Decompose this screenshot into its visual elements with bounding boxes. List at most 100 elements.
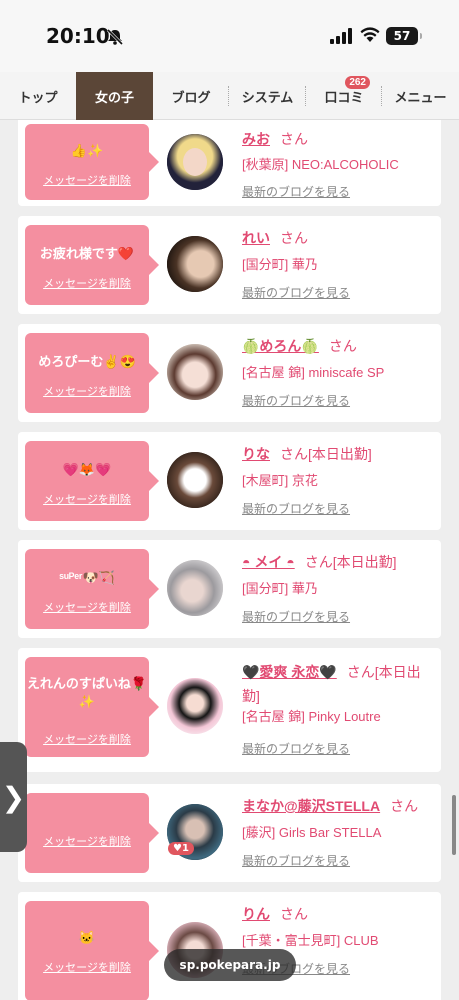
wifi-icon bbox=[360, 27, 380, 42]
girl-name-line: れい さん bbox=[242, 228, 432, 248]
girl-name-line: 🖤愛爽 永恋🖤 さん[本日出勤] bbox=[242, 660, 432, 708]
latest-blog-link[interactable]: 最新のブログを見る bbox=[242, 608, 350, 625]
name-suffix: さん bbox=[280, 230, 308, 246]
shop-name[interactable]: [木屋町] 京花 bbox=[242, 472, 432, 490]
shop-name[interactable]: [名古屋 錦] Pinky Loutre bbox=[242, 708, 432, 726]
girl-name-link[interactable]: ◓ メイ ◓ bbox=[242, 554, 295, 570]
delete-message-link[interactable]: メッセージを削除 bbox=[25, 383, 149, 399]
name-suffix: さん bbox=[390, 798, 419, 814]
name-suffix: さん[本日出勤] bbox=[280, 446, 372, 462]
delete-message-link[interactable]: メッセージを削除 bbox=[25, 599, 149, 615]
name-suffix: さん bbox=[280, 131, 308, 147]
avatar[interactable] bbox=[167, 452, 223, 508]
battery-indicator: 57 bbox=[386, 27, 422, 45]
shop-name[interactable]: [国分町] 華乃 bbox=[242, 580, 432, 598]
delete-message-link[interactable]: メッセージを削除 bbox=[25, 172, 149, 188]
message-bubble: お疲れ様です❤️ メッセージを削除 bbox=[25, 225, 159, 305]
message-bubble: めろぴーむ✌️😍 メッセージを削除 bbox=[25, 333, 159, 413]
url-text: sp.pokepara.jp bbox=[179, 958, 281, 972]
message-text: えれんのすぱいね🌹✨ bbox=[26, 676, 148, 709]
url-bar[interactable]: sp.pokepara.jp bbox=[164, 949, 296, 981]
list-item: ˢᵘᴾᵉʳ🐶🏹 メッセージを削除 ◓ メイ ◓ さん[本日出勤] [国分町] 華乃… bbox=[18, 540, 441, 638]
girl-name-line: まなか@藤沢STELLA さん bbox=[242, 796, 442, 816]
latest-blog-link[interactable]: 最新のブログを見る bbox=[242, 852, 350, 869]
message-text: ˢᵘᴾᵉʳ🐶🏹 bbox=[59, 570, 115, 585]
like-count-badge: ♥1 bbox=[168, 842, 194, 855]
latest-blog-link[interactable]: 最新のブログを見る bbox=[242, 392, 350, 409]
message-bubble: ˢᵘᴾᵉʳ🐶🏹 メッセージを削除 bbox=[25, 549, 159, 629]
girl-name-link[interactable]: りな bbox=[242, 446, 270, 462]
favorite-girls-list: 👍✨ メッセージを削除 みお さん [秋葉原] NEO:ALCOHOLIC 最新の… bbox=[0, 120, 459, 1000]
tab-menu[interactable]: メニュー bbox=[382, 72, 459, 120]
girl-name-line: りん さん bbox=[242, 904, 432, 924]
latest-blog-link[interactable]: 最新のブログを見る bbox=[242, 500, 350, 517]
avatar[interactable] bbox=[167, 236, 223, 292]
girl-name-link[interactable]: 🖤愛爽 永恋🖤 bbox=[242, 664, 337, 680]
list-item: お疲れ様です❤️ メッセージを削除 れい さん [国分町] 華乃 最新のブログを見… bbox=[18, 216, 441, 314]
list-item: 🐱 メッセージを削除 りん さん [千葉・富士見町] CLUB 最新のブログを見る bbox=[18, 892, 441, 1000]
avatar[interactable] bbox=[167, 678, 223, 734]
top-nav: トップ 女の子 ブログ システム 口コミ 262 メニュー bbox=[0, 72, 459, 120]
girl-name-line: りな さん[本日出勤] bbox=[242, 444, 432, 464]
bell-muted-icon bbox=[106, 28, 124, 46]
side-drawer-handle[interactable]: ❯ bbox=[0, 742, 27, 852]
shop-name[interactable]: [千葉・富士見町] CLUB bbox=[242, 932, 432, 950]
avatar[interactable] bbox=[167, 560, 223, 616]
girl-name-link[interactable]: まなか@藤沢STELLA bbox=[242, 798, 380, 814]
cellular-signal-icon bbox=[330, 28, 352, 44]
list-item: えれんのすぱいね🌹✨ メッセージを削除 🖤愛爽 永恋🖤 さん[本日出勤] [名古屋… bbox=[18, 648, 441, 772]
girl-name-link[interactable]: 🍈めろん🍈 bbox=[242, 338, 319, 354]
shop-name[interactable]: [国分町] 華乃 bbox=[242, 256, 432, 274]
tab-reviews[interactable]: 口コミ 262 bbox=[306, 72, 382, 120]
girl-name-link[interactable]: れい bbox=[242, 230, 270, 246]
like-count: 1 bbox=[181, 843, 189, 854]
tab-label: メニュー bbox=[394, 89, 447, 105]
shop-name[interactable]: [名古屋 錦] miniscafe SP bbox=[242, 364, 432, 382]
delete-message-link[interactable]: メッセージを削除 bbox=[25, 491, 149, 507]
status-bar: 20:10 57 bbox=[0, 0, 459, 72]
message-text: 👍✨ bbox=[70, 143, 104, 158]
avatar[interactable] bbox=[167, 344, 223, 400]
list-item: めろぴーむ✌️😍 メッセージを削除 🍈めろん🍈 さん [名古屋 錦] minisc… bbox=[18, 324, 441, 422]
tab-girls[interactable]: 女の子 bbox=[76, 72, 153, 120]
shop-name[interactable]: [藤沢] Girls Bar STELLA bbox=[242, 824, 432, 842]
tab-label: トップ bbox=[18, 89, 58, 105]
girl-name-link[interactable]: りん bbox=[242, 906, 270, 922]
delete-message-link[interactable]: メッセージを削除 bbox=[25, 275, 149, 291]
tab-label: 女の子 bbox=[94, 89, 134, 105]
message-bubble: 🐱 メッセージを削除 bbox=[25, 901, 159, 1000]
delete-message-link[interactable]: メッセージを削除 bbox=[25, 833, 149, 849]
girl-name-line: ◓ メイ ◓ さん[本日出勤] bbox=[242, 552, 432, 572]
avatar[interactable] bbox=[167, 134, 223, 190]
scrollbar[interactable] bbox=[452, 795, 456, 855]
list-item: 👍✨ メッセージを削除 みお さん [秋葉原] NEO:ALCOHOLIC 最新の… bbox=[18, 120, 441, 206]
latest-blog-link[interactable]: 最新のブログを見る bbox=[242, 740, 350, 757]
name-suffix: さん bbox=[280, 906, 308, 922]
latest-blog-link[interactable]: 最新のブログを見る bbox=[242, 284, 350, 301]
girl-name-link[interactable]: みお bbox=[242, 131, 270, 147]
message-bubble: 💗🦊💗 メッセージを削除 bbox=[25, 441, 159, 521]
reviews-count-badge: 262 bbox=[345, 76, 370, 89]
name-suffix: さん[本日出勤] bbox=[304, 554, 397, 570]
delete-message-link[interactable]: メッセージを削除 bbox=[25, 959, 149, 975]
message-text: 💗🦊💗 bbox=[62, 462, 112, 477]
message-text: お疲れ様です❤️ bbox=[39, 246, 135, 261]
message-text: めろぴーむ✌️😍 bbox=[38, 354, 136, 369]
tab-label: システム bbox=[241, 89, 294, 105]
message-bubble: メッセージを削除 bbox=[25, 793, 159, 873]
girl-name-line: 🍈めろん🍈 さん bbox=[242, 336, 432, 356]
girl-name-line: みお さん bbox=[242, 129, 432, 149]
chevron-right-icon: ❯ bbox=[1, 780, 26, 814]
latest-blog-link[interactable]: 最新のブログを見る bbox=[242, 183, 350, 200]
tab-label: 口コミ bbox=[324, 89, 364, 105]
delete-message-link[interactable]: メッセージを削除 bbox=[25, 731, 149, 747]
name-suffix: さん bbox=[328, 338, 357, 354]
tab-top[interactable]: トップ bbox=[0, 72, 76, 120]
shop-name[interactable]: [秋葉原] NEO:ALCOHOLIC bbox=[242, 156, 432, 174]
tab-system[interactable]: システム bbox=[229, 72, 306, 120]
tab-blog[interactable]: ブログ bbox=[153, 72, 229, 120]
list-item: 💗🦊💗 メッセージを削除 りな さん[本日出勤] [木屋町] 京花 最新のブログを… bbox=[18, 432, 441, 530]
tab-label: ブログ bbox=[171, 89, 211, 105]
message-bubble: えれんのすぱいね🌹✨ メッセージを削除 bbox=[25, 657, 159, 757]
message-bubble: 👍✨ メッセージを削除 bbox=[25, 124, 159, 200]
